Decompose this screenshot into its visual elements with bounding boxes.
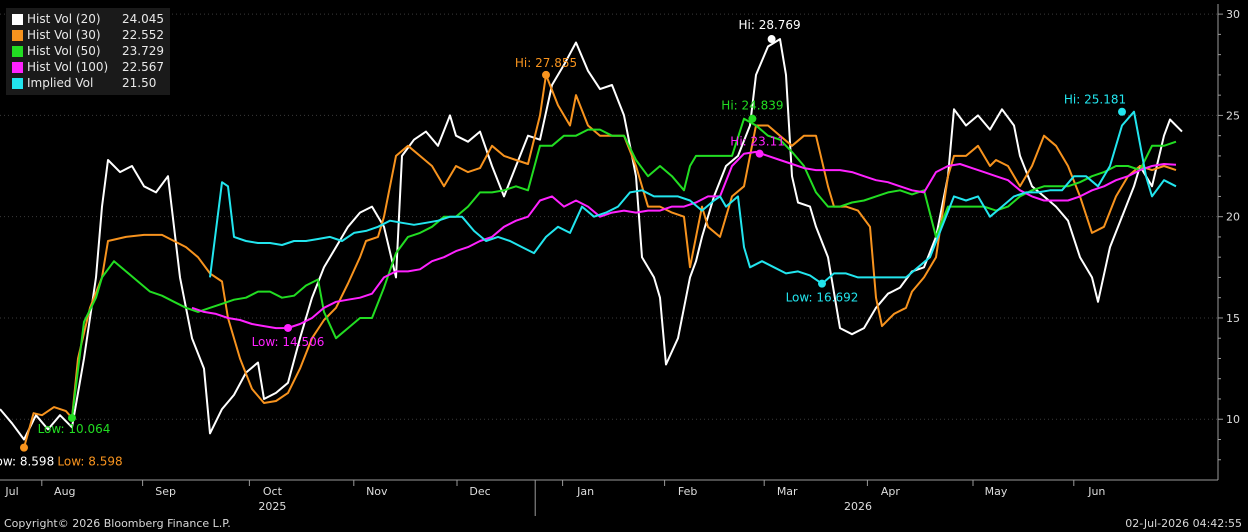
- annotation-marker: [755, 149, 764, 158]
- x-tick-label: Aug: [54, 485, 75, 498]
- x-tick-label: Dec: [469, 485, 490, 498]
- legend-item: Hist Vol (50) 23.729: [12, 43, 164, 59]
- x-tick-label: Jan: [576, 485, 594, 498]
- annotation-label: Low: 10.064: [38, 422, 111, 436]
- series-line-0: [0, 38, 1183, 441]
- annotation-marker: [542, 70, 550, 79]
- x-tick-label: Sep: [155, 485, 176, 498]
- legend-swatch: [12, 45, 23, 57]
- legend-item: Hist Vol (100) 22.567: [12, 59, 164, 75]
- annotation-label: Hi: 24.839: [721, 99, 783, 113]
- x-tick-label: Oct: [263, 485, 283, 498]
- x-tick-label: Apr: [881, 485, 901, 498]
- legend-series-name: Hist Vol (50): [27, 44, 101, 58]
- y-tick-label: 20: [1226, 211, 1240, 224]
- legend-series-value: 22.552: [122, 28, 164, 42]
- x-tick-label: Jun: [1087, 485, 1105, 498]
- y-axis: 10 15 20 25 30: [1217, 4, 1240, 480]
- annotation-marker: [1118, 107, 1126, 116]
- legend-series-value: 21.50: [122, 76, 157, 90]
- annotation-label: Hi: 27.855: [515, 56, 577, 70]
- y-tick-label: 15: [1226, 312, 1240, 325]
- legend: Hist Vol (20) 24.045 Hist Vol (30) 22.552 Hi…: [6, 8, 170, 95]
- series-line-2: [71, 117, 1177, 419]
- legend-item: Hist Vol (20) 24.045: [12, 11, 164, 27]
- annotation-label: Low: 8.598: [0, 455, 54, 469]
- series-lines: [0, 38, 1183, 448]
- x-tick-label: Jul: [4, 485, 18, 498]
- x-axis: Jul Aug Sep Oct Nov Dec Jan Feb Mar Apr May Jun 2025…: [0, 479, 1218, 516]
- legend-series-name: Hist Vol (20): [27, 12, 101, 26]
- legend-swatch: [12, 61, 23, 73]
- legend-item: Implied Vol 21.50: [12, 75, 164, 91]
- legend-swatch: [12, 13, 23, 25]
- annotation-label: Low: 16.692: [786, 291, 859, 305]
- x-tick-label: Mar: [777, 485, 798, 498]
- annotation-label: Hi: 23.11: [730, 135, 785, 149]
- annotation-marker: [20, 443, 28, 452]
- series-line-1: [23, 73, 1177, 448]
- volatility-chart: Jul Aug Sep Oct Nov Dec Jan Feb Mar Apr May Jun2025…: [0, 4, 1240, 516]
- legend-series-name: Implied Vol: [27, 76, 94, 90]
- legend-series-value: 23.729: [122, 44, 164, 58]
- y-tick-label: 30: [1226, 8, 1240, 21]
- gridlines: [0, 13, 1218, 420]
- annotation-label: Hi: 28.769: [738, 18, 800, 32]
- annotation-marker: [767, 35, 776, 44]
- annotation-marker: [748, 114, 757, 123]
- x-tick-label: Nov: [366, 485, 388, 498]
- year-label: 2025: [258, 500, 286, 513]
- legend-item: Hist Vol (30) 22.552: [12, 27, 164, 43]
- annotation-label: Hi: 25.181: [1064, 93, 1126, 107]
- x-tick-label: May: [985, 485, 1008, 498]
- legend-series-name: Hist Vol (100): [27, 60, 109, 74]
- legend-series-name: Hist Vol (30): [27, 28, 101, 42]
- legend-swatch: [12, 29, 23, 41]
- legend-swatch: [12, 77, 23, 89]
- timestamp-text: 02-Jul-2026 04:42:55: [1125, 517, 1242, 530]
- x-tick-label: Feb: [678, 485, 697, 498]
- annotation-marker: [284, 323, 292, 332]
- copyright-text: Copyright© 2026 Bloomberg Finance L.P.: [4, 517, 231, 530]
- year-label: 2026: [844, 500, 872, 513]
- y-tick-label: 25: [1226, 109, 1240, 122]
- legend-series-value: 22.567: [122, 60, 164, 74]
- annotation-marker: [68, 413, 76, 422]
- series-line-4: [209, 110, 1177, 285]
- legend-series-value: 24.045: [122, 12, 164, 26]
- annotation-label: Low: 14.506: [252, 335, 325, 349]
- annotation-marker: [818, 279, 826, 288]
- annotation-label: Low: 8.598: [57, 455, 122, 469]
- y-tick-label: 10: [1226, 413, 1240, 426]
